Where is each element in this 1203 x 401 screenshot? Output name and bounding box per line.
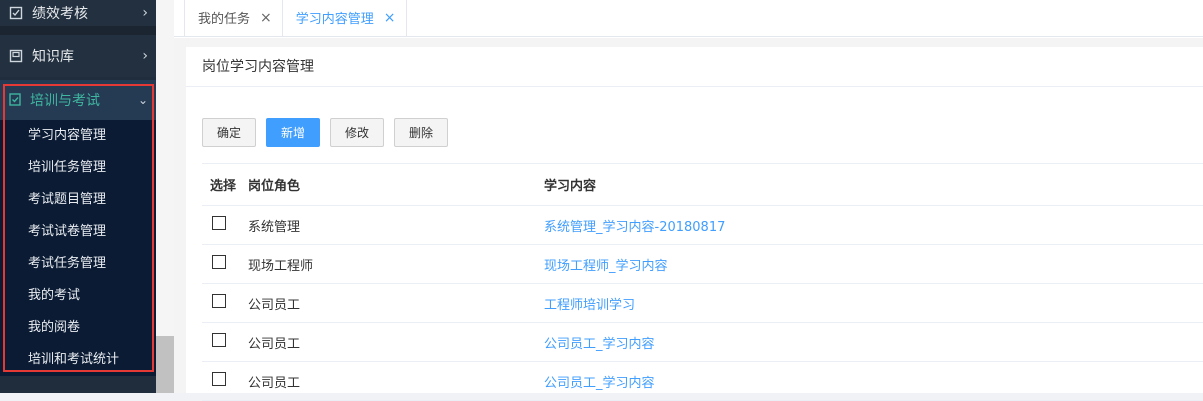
sidebar-subitem[interactable]: 考试任务管理: [0, 248, 156, 280]
content-link[interactable]: 现场工程师_学习内容: [544, 259, 668, 274]
row-checkbox[interactable]: [212, 333, 226, 347]
tab-bar: 我的任务 × 学习内容管理 ×: [174, 0, 1203, 37]
table-row: 现场工程师 现场工程师_学习内容: [202, 245, 1203, 284]
chevron-down-icon: ⌄: [137, 93, 148, 107]
row-checkbox[interactable]: [212, 294, 226, 308]
tab-my-tasks[interactable]: 我的任务 ×: [184, 0, 283, 36]
content-link[interactable]: 系统管理_学习内容-20180817: [544, 220, 725, 235]
sidebar-item-label: 知识库: [32, 49, 74, 65]
data-table: 选择 岗位角色 学习内容 系统管理 系统管理_学习内容-20180817 现场工…: [202, 163, 1203, 401]
chevron-right-icon: ›: [142, 48, 148, 64]
sidebar-subitem[interactable]: 我的阅卷: [0, 312, 156, 344]
sidebar-submenu: 学习内容管理 培训任务管理 考试题目管理 考试试卷管理 考试任务管理 我的考试 …: [0, 120, 156, 376]
column-header-select: 选择: [210, 179, 237, 194]
row-checkbox[interactable]: [212, 255, 226, 269]
column-header-role: 岗位角色: [248, 179, 301, 194]
row-checkbox[interactable]: [212, 372, 226, 386]
table-header-row: 选择 岗位角色 学习内容: [202, 164, 1203, 206]
close-icon[interactable]: ×: [260, 10, 272, 26]
delete-button[interactable]: 删除: [394, 118, 449, 147]
table-row: 公司员工 公司员工_学习内容: [202, 362, 1203, 401]
content-link[interactable]: 工程师培训学习: [544, 298, 635, 313]
sidebar-group-training: 培训与考试 ⌄ 学习内容管理 培训任务管理 考试题目管理 考试试卷管理 考试任务…: [0, 80, 156, 376]
sidebar: 绩效考核 › 知识库 › 培训与考试 ⌄ 学习内容管理 培训任务管理 考试题目管…: [0, 0, 156, 393]
add-button[interactable]: 新增: [266, 118, 321, 147]
column-header-content: 学习内容: [544, 179, 597, 194]
cell-role: 现场工程师: [248, 258, 314, 274]
cell-role: 公司员工: [248, 375, 301, 391]
toolbar: 确定 新增 修改 删除: [202, 118, 458, 147]
book-icon: [8, 48, 24, 64]
clipboard-icon: [8, 5, 24, 21]
sidebar-item-knowledge[interactable]: 知识库 ›: [0, 35, 156, 77]
training-icon: [8, 92, 24, 108]
content-panel: 岗位学习内容管理 确定 新增 修改 删除 选择 岗位角色 学习内容 系统管理 系…: [186, 47, 1203, 401]
scrollbar-thumb[interactable]: [156, 336, 174, 393]
cell-role: 公司员工: [248, 336, 301, 352]
table-row: 系统管理 系统管理_学习内容-20180817: [202, 206, 1203, 245]
sidebar-group-label: 培训与考试: [30, 93, 100, 109]
sidebar-item-label: 绩效考核: [32, 6, 88, 22]
chevron-right-icon: ›: [142, 5, 148, 21]
sidebar-subitem[interactable]: 考试题目管理: [0, 184, 156, 216]
sidebar-subitem[interactable]: 学习内容管理: [0, 120, 156, 152]
page-title: 岗位学习内容管理: [186, 47, 1203, 87]
content-link[interactable]: 公司员工_学习内容: [544, 376, 655, 391]
sidebar-subitem[interactable]: 培训任务管理: [0, 152, 156, 184]
sidebar-subitem[interactable]: 考试试卷管理: [0, 216, 156, 248]
table-row: 公司员工 公司员工_学习内容: [202, 323, 1203, 362]
content-link[interactable]: 公司员工_学习内容: [544, 337, 655, 352]
tab-learning-content[interactable]: 学习内容管理 ×: [281, 0, 407, 36]
cell-role: 公司员工: [248, 297, 301, 313]
edit-button[interactable]: 修改: [330, 118, 385, 147]
row-checkbox[interactable]: [212, 216, 226, 230]
tab-label: 学习内容管理: [295, 12, 374, 27]
scrollbar-track[interactable]: [156, 0, 174, 393]
main-area: 我的任务 × 学习内容管理 × 岗位学习内容管理 确定 新增 修改 删除 选择 …: [174, 0, 1203, 401]
sidebar-item-performance[interactable]: 绩效考核 ›: [0, 0, 156, 26]
cell-role: 系统管理: [248, 219, 301, 235]
sidebar-group-header[interactable]: 培训与考试 ⌄: [0, 80, 156, 120]
sidebar-subitem[interactable]: 我的考试: [0, 280, 156, 312]
tab-label: 我的任务: [198, 12, 251, 27]
confirm-button[interactable]: 确定: [202, 118, 257, 147]
sidebar-subitem[interactable]: 培训和考试统计: [0, 344, 156, 376]
table-row: 公司员工 工程师培训学习: [202, 284, 1203, 323]
close-icon[interactable]: ×: [384, 10, 396, 26]
divider: [0, 26, 156, 35]
